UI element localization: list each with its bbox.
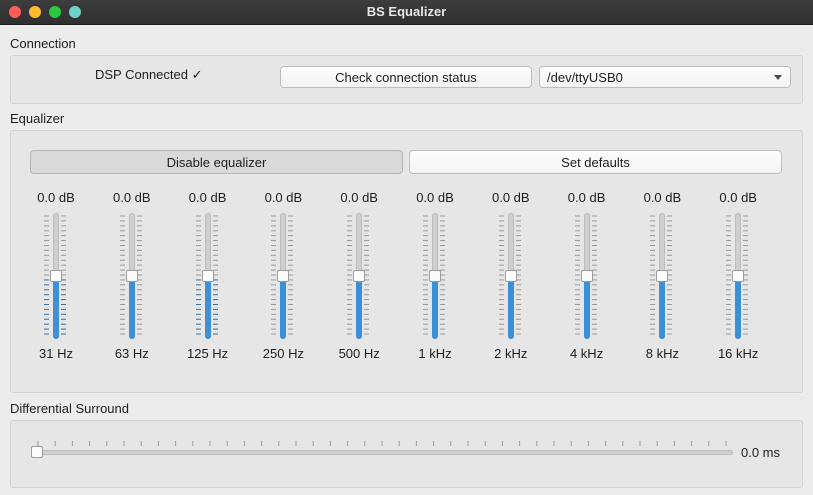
title-bar: BS Equalizer (0, 0, 813, 25)
eq-band: 0.0 dB 125 Hz (172, 190, 244, 365)
eq-band-gain: 0.0 dB (264, 190, 303, 205)
surround-value-label: 0.0 ms (741, 445, 781, 460)
eq-band-slider-handle[interactable] (656, 270, 669, 282)
eq-band-ticks (364, 215, 370, 335)
eq-band-gain: 0.0 dB (37, 190, 75, 205)
eq-band-frequency: 31 Hz (39, 346, 73, 361)
eq-band-slider-fill (53, 276, 59, 339)
chevron-down-icon (774, 75, 782, 80)
eq-band-frequency: 2 kHz (494, 346, 528, 361)
surround-slider-handle[interactable] (31, 446, 43, 458)
surround-slider-track[interactable] (33, 450, 733, 455)
eq-band-gain: 0.0 dB (492, 190, 530, 205)
eq-band-gain: 0.0 dB (188, 190, 227, 205)
eq-band-frequency: 8 kHz (645, 346, 679, 361)
eq-band-gain: 0.0 dB (567, 190, 606, 205)
surround-section-label: Differential Surround (10, 401, 129, 416)
eq-band-slider-handle[interactable] (50, 270, 62, 282)
eq-band-gain: 0.0 dB (340, 190, 378, 205)
eq-band: 0.0 dB 2 kHz (475, 190, 547, 365)
eq-band: 0.0 dB 4 kHz (551, 190, 623, 365)
eq-band-gain: 0.0 dB (719, 190, 757, 205)
eq-band-slider-handle[interactable] (429, 270, 441, 282)
eq-band-ticks (119, 215, 125, 335)
eq-band-slider-fill (583, 276, 590, 339)
eq-band: 0.0 dB 63 Hz (96, 190, 168, 365)
connection-status: DSP Connected ✓ (95, 67, 203, 82)
eq-band: 0.0 dB 500 Hz (323, 190, 395, 365)
eq-band: 0.0 dB 1 kHz (399, 190, 471, 365)
eq-band-ticks (667, 215, 673, 335)
eq-band: 0.0 dB 8 kHz (626, 190, 698, 365)
eq-band-frequency: 1 kHz (418, 346, 452, 361)
eq-band-slider-handle[interactable] (201, 270, 214, 282)
eq-band-ticks (574, 215, 580, 335)
eq-band-frequency: 63 Hz (114, 346, 149, 361)
eq-band-ticks (743, 215, 749, 335)
eq-band-gain: 0.0 dB (643, 190, 682, 205)
eq-band-slider-fill (659, 276, 666, 339)
eq-band-frequency: 125 Hz (186, 346, 229, 361)
eq-band-ticks (288, 215, 294, 335)
window-title: BS Equalizer (366, 4, 447, 19)
eq-band-slider-handle[interactable] (125, 270, 138, 282)
port-select[interactable]: /dev/ttyUSB0 (539, 66, 791, 88)
eq-band-ticks (498, 215, 504, 335)
eq-band-slider-fill (432, 276, 438, 339)
eq-band-slider-handle[interactable] (277, 270, 290, 282)
eq-band-slider-handle[interactable] (580, 270, 593, 282)
eq-band-slider-fill (280, 276, 287, 339)
eq-band: 0.0 dB 250 Hz (247, 190, 319, 365)
eq-band-slider-fill (507, 276, 514, 339)
eq-band-slider-handle[interactable] (504, 270, 517, 282)
eq-band-gain: 0.0 dB (416, 190, 454, 205)
eq-band-frequency: 250 Hz (262, 346, 304, 361)
equalizer-section-label: Equalizer (10, 111, 65, 126)
connection-section-label: Connection (10, 36, 76, 51)
eq-band-ticks (195, 215, 201, 335)
set-defaults-button[interactable]: Set defaults (409, 150, 782, 174)
eq-band-slider-fill (735, 276, 742, 339)
eq-band-slider-handle[interactable] (732, 270, 745, 282)
eq-band-frequency: 500 Hz (338, 346, 380, 361)
eq-band-gain: 0.0 dB (113, 190, 151, 205)
eq-band-slider-handle[interactable] (353, 270, 366, 282)
eq-band-slider-fill (128, 276, 135, 339)
eq-band-slider-fill (356, 276, 363, 339)
disable-equalizer-button[interactable]: Disable equalizer (30, 150, 403, 174)
check-connection-button[interactable]: Check connection status (280, 66, 532, 88)
eq-band-frequency: 4 kHz (569, 346, 604, 361)
eq-band-frequency: 16 kHz (717, 346, 759, 361)
surround-slider-ticks (37, 441, 727, 446)
port-select-value: /dev/ttyUSB0 (547, 70, 623, 85)
connection-group: DSP Connected ✓ Check connection status … (10, 55, 803, 104)
eq-band: 0.0 dB 31 Hz (20, 190, 92, 365)
eq-band: 0.0 dB 16 kHz (702, 190, 774, 365)
eq-band-slider-fill (204, 276, 211, 339)
